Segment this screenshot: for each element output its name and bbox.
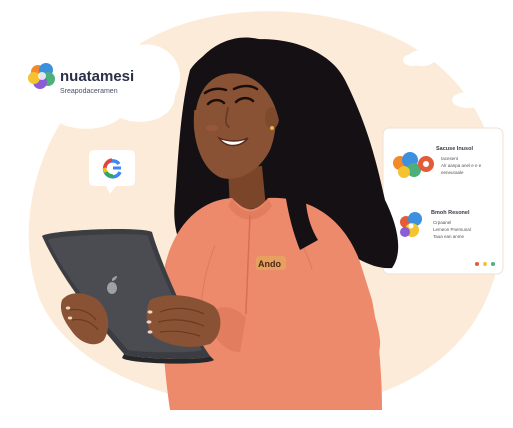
earring bbox=[270, 126, 274, 130]
card-one-line1: Iacesent bbox=[441, 156, 459, 161]
card-one-line2: Alr aanpa anel e e e bbox=[441, 163, 482, 168]
card-footer-dots bbox=[475, 262, 495, 266]
card-two-line3: Taua ean anme bbox=[433, 234, 465, 239]
illustration-canvas: nuatamesi Sreapodaceramen Sacuse Inusol … bbox=[0, 0, 513, 428]
card-one-line3: eeneuraale bbox=[441, 170, 464, 175]
brand-subtitle: Sreapodaceramen bbox=[60, 88, 118, 95]
card-one-title: Sacuse Inusol bbox=[436, 146, 473, 152]
card-two-line2: Lemeon Pnemunal bbox=[433, 227, 471, 232]
card-two-title: Bmoh Resonel bbox=[431, 210, 470, 216]
shirt-logo: Ando bbox=[256, 256, 286, 270]
card-two-line1: Crpaanel bbox=[433, 220, 451, 225]
shirt-logo-text: Ando bbox=[258, 259, 281, 269]
illustration-svg: nuatamesi Sreapodaceramen Sacuse Inusol … bbox=[19, 11, 504, 410]
brand-title: nuatamesi bbox=[60, 68, 134, 85]
